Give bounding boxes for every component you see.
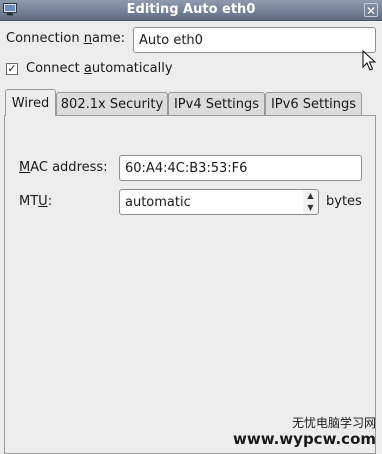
mtu-input[interactable]: automatic — [119, 189, 304, 215]
spin-up-icon[interactable]: ▲ — [303, 190, 318, 202]
connect-automatically-checkbox[interactable]: ✓ — [6, 63, 18, 75]
watermark-text: 无忧电脑学习网 — [291, 416, 376, 430]
mac-address-label: MAC address: — [19, 160, 108, 175]
window-title: Editing Auto eth0 — [126, 2, 256, 17]
mac-address-input[interactable]: 60:A4:4C:B3:53:F6 — [119, 155, 362, 181]
mtu-unit-label: bytes — [326, 194, 362, 209]
mtu-label: MTU: — [19, 194, 53, 209]
tab-ipv4-settings[interactable]: IPv4 Settings — [168, 92, 265, 116]
mtu-spinner[interactable]: ▲ ▼ — [303, 189, 319, 215]
close-icon[interactable]: ✕ — [364, 3, 378, 18]
mouse-cursor-icon — [362, 50, 376, 71]
title-bar[interactable]: Editing Auto eth0 ✕ — [0, 0, 382, 21]
connection-name-input[interactable]: Auto eth0 — [133, 27, 376, 53]
connect-automatically-label[interactable]: Connect automatically — [26, 61, 173, 76]
connection-name-value: Auto eth0 — [139, 32, 203, 48]
tab-ipv6-settings[interactable]: IPv6 Settings — [265, 92, 362, 116]
tab-wired[interactable]: Wired — [5, 89, 56, 116]
tab-802-1x-security[interactable]: 802.1x Security — [56, 92, 168, 116]
watermark-url: www.wypcw.com — [233, 430, 376, 448]
mac-address-value: 60:A4:4C:B3:53:F6 — [125, 160, 248, 176]
connection-name-label: Connection name: — [6, 31, 125, 46]
mtu-value: automatic — [125, 194, 191, 210]
spin-down-icon[interactable]: ▼ — [303, 202, 318, 214]
